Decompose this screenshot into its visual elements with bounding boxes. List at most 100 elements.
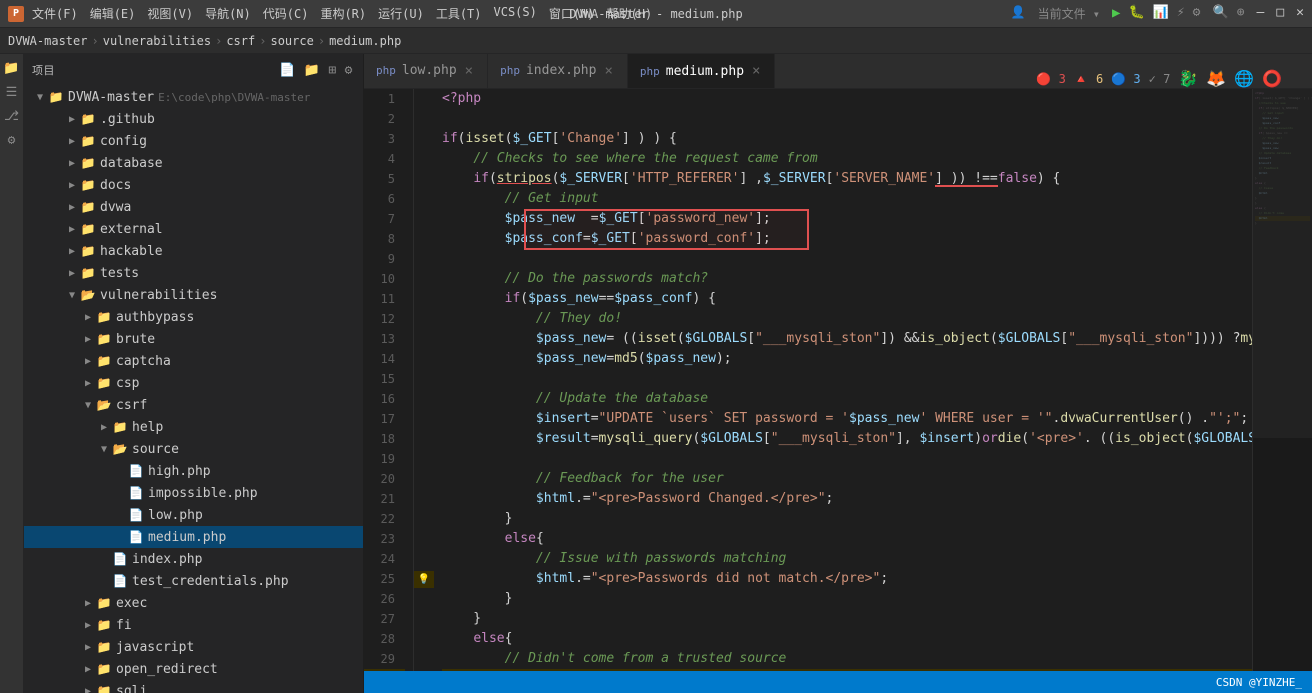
sidebar-item-index-php[interactable]: 📄 index.php [24,548,363,570]
sidebar-item-open-redirect[interactable]: ▶ 📁 open_redirect [24,658,363,680]
code-line-21: $html .= "<pre>Password Changed.</pre>"; [442,489,1252,509]
settings-button[interactable]: ⚙ [1193,5,1201,22]
code-line-23: else { [442,529,1252,549]
info-badge: 🔵 3 [1111,72,1140,86]
sidebar-item-vulnerabilities[interactable]: ▼ 📂 vulnerabilities [24,284,363,306]
sidebar-settings-icon[interactable]: ⚙ [343,61,355,80]
sidebar-item-hackable[interactable]: ▶ 📁 hackable [24,240,363,262]
breadcrumb-source[interactable]: source [270,34,313,48]
sidebar-item-fi[interactable]: ▶ 📁 fi [24,614,363,636]
window-controls: 👤 当前文件 ▾ ▶ 🐛 📊 ⚡ ⚙ 🔍 ⊕ — □ ✕ [1011,5,1304,22]
code-content[interactable]: <?php if( isset( $_GET[ 'Change' ] ) ) {… [434,89,1252,671]
menu-nav[interactable]: 导航(N) [205,5,251,22]
tab-low-php[interactable]: php low.php × [364,54,488,88]
brute-folder-icon: 📁 [96,331,112,347]
config-folder-icon: 📁 [80,133,96,149]
sidebar-item-dvwa[interactable]: ▶ 📁 dvwa [24,196,363,218]
sidebar-expand-icon[interactable]: ⊞ [326,61,338,80]
low-php-tab-icon: php [376,64,396,77]
code-line-9 [442,249,1252,269]
toolbar-list-icon[interactable]: ☰ [2,82,22,102]
sidebar-item-high-php[interactable]: 📄 high.php [24,460,363,482]
code-line-22: } [442,509,1252,529]
left-toolbar: 📁 ☰ ⎇ ⚙ [0,54,24,693]
sidebar-item-medium-php[interactable]: 📄 medium.php [24,526,363,548]
menu-view[interactable]: 视图(V) [147,5,193,22]
sidebar-new-file-icon[interactable]: 📄 [277,61,298,80]
sidebar-item-tests[interactable]: ▶ 📁 tests [24,262,363,284]
menu-refactor[interactable]: 重构(R) [320,5,366,22]
current-file-label[interactable]: 当前文件 ▾ [1038,5,1100,22]
root-label: DVWA-master [68,90,154,105]
maximize-window[interactable]: □ [1276,5,1284,22]
sidebar-item-github[interactable]: ▶ 📁 .github [24,108,363,130]
sidebar-item-csrf[interactable]: ▼ 📂 csrf [24,394,363,416]
code-line-4: // Checks to see where the request came … [442,149,1252,169]
sidebar-item-docs[interactable]: ▶ 📁 docs [24,174,363,196]
breadcrumb-vulnerabilities[interactable]: vulnerabilities [103,34,211,48]
sidebar-item-exec[interactable]: ▶ 📁 exec [24,592,363,614]
toolbar-git-icon[interactable]: ⎇ [2,106,22,126]
code-line-8: $pass_conf = $_GET[ 'password_conf' ]; [442,229,1252,249]
sidebar-item-csp[interactable]: ▶ 📁 csp [24,372,363,394]
toolbar-folder-icon[interactable]: 📁 [2,58,22,78]
sidebar-item-external[interactable]: ▶ 📁 external [24,218,363,240]
index-php-tab-close[interactable]: × [602,62,614,80]
close-window[interactable]: ✕ [1296,5,1304,22]
search-button[interactable]: 🔍 [1213,5,1229,22]
index-php-tab-icon: php [500,64,520,77]
code-line-11: if( $pass_new == $pass_conf ) { [442,289,1252,309]
tab-bar: php low.php × php index.php × php medium… [364,54,1312,89]
sidebar-item-test-credentials-php[interactable]: 📄 test_credentials.php [24,570,363,592]
csrf-folder-icon: 📂 [96,397,112,413]
menu-tools[interactable]: 工具(T) [436,5,482,22]
sidebar-item-sqli[interactable]: ▶ 📁 sqli [24,680,363,693]
sidebar-item-captcha[interactable]: ▶ 📁 captcha [24,350,363,372]
menu-file[interactable]: 文件(F) [32,5,78,22]
app-window: P 文件(F) 编辑(E) 视图(V) 导航(N) 代码(C) 重构(R) 运行… [0,0,1312,693]
sidebar-item-config[interactable]: ▶ 📁 config [24,130,363,152]
menu-edit[interactable]: 编辑(E) [90,5,136,22]
editor-area: php low.php × php index.php × php medium… [364,54,1312,693]
breadcrumb-file[interactable]: medium.php [329,34,401,48]
user-icon[interactable]: 👤 [1011,5,1026,22]
toolbar-settings-icon[interactable]: ⚙ [2,130,22,150]
watermark: CSDN @YINZHE_ [1216,676,1302,689]
minimize-window[interactable]: — [1257,5,1265,22]
sidebar-item-authbypass[interactable]: ▶ 📁 authbypass [24,306,363,328]
menu-vcs[interactable]: VCS(S) [494,5,537,22]
sidebar-item-database[interactable]: ▶ 📁 database [24,152,363,174]
maximize-button[interactable]: ⊕ [1237,5,1245,22]
medium-php-tab-icon: php [640,65,660,78]
low-php-tab-label: low.php [402,63,457,78]
sidebar-item-brute[interactable]: ▶ 📁 brute [24,328,363,350]
root-folder-icon: 📁 [48,89,64,105]
sidebar-item-help[interactable]: ▶ 📁 help [24,416,363,438]
coverage-button[interactable]: 📊 [1153,5,1169,22]
run-button[interactable]: ▶ [1112,5,1120,22]
line-numbers: 1 2 3 4 5 6 7 8 9 10 11 12 13 14 15 16 1 [364,89,414,671]
medium-php-tab-close[interactable]: × [750,62,762,80]
breadcrumb-root[interactable]: DVWA-master [8,34,87,48]
sidebar-item-low-php[interactable]: 📄 low.php [24,504,363,526]
breadcrumb-csrf[interactable]: csrf [226,34,255,48]
menu-code[interactable]: 代码(C) [263,5,309,22]
low-php-tab-close[interactable]: × [463,62,475,80]
code-line-10: // Do the passwords match? [442,269,1252,289]
sidebar-item-impossible-php[interactable]: 📄 impossible.php [24,482,363,504]
sidebar-item-javascript[interactable]: ▶ 📁 javascript [24,636,363,658]
profile-button[interactable]: ⚡ [1177,5,1185,22]
code-line-5: if( stripos( $_SERVER[ 'HTTP_REFERER' ] … [442,169,1252,189]
code-line-26: } [442,589,1252,609]
title-bar: P 文件(F) 编辑(E) 视图(V) 导航(N) 代码(C) 重构(R) 运行… [0,0,1312,28]
code-line-1: <?php [442,89,1252,109]
sidebar-item-source[interactable]: ▼ 📂 source [24,438,363,460]
sidebar-new-folder-icon[interactable]: 📁 [302,61,323,80]
tab-medium-php[interactable]: php medium.php × [628,54,776,88]
tab-index-php[interactable]: php index.php × [488,54,628,88]
sidebar-item-root[interactable]: ▼ 📁 DVWA-master E:\code\php\DVWA-master [24,86,363,108]
code-line-16: // Update the database [442,389,1252,409]
menu-run[interactable]: 运行(U) [378,5,424,22]
js-folder-icon: 📁 [96,639,112,655]
debug-button[interactable]: 🐛 [1128,5,1144,22]
